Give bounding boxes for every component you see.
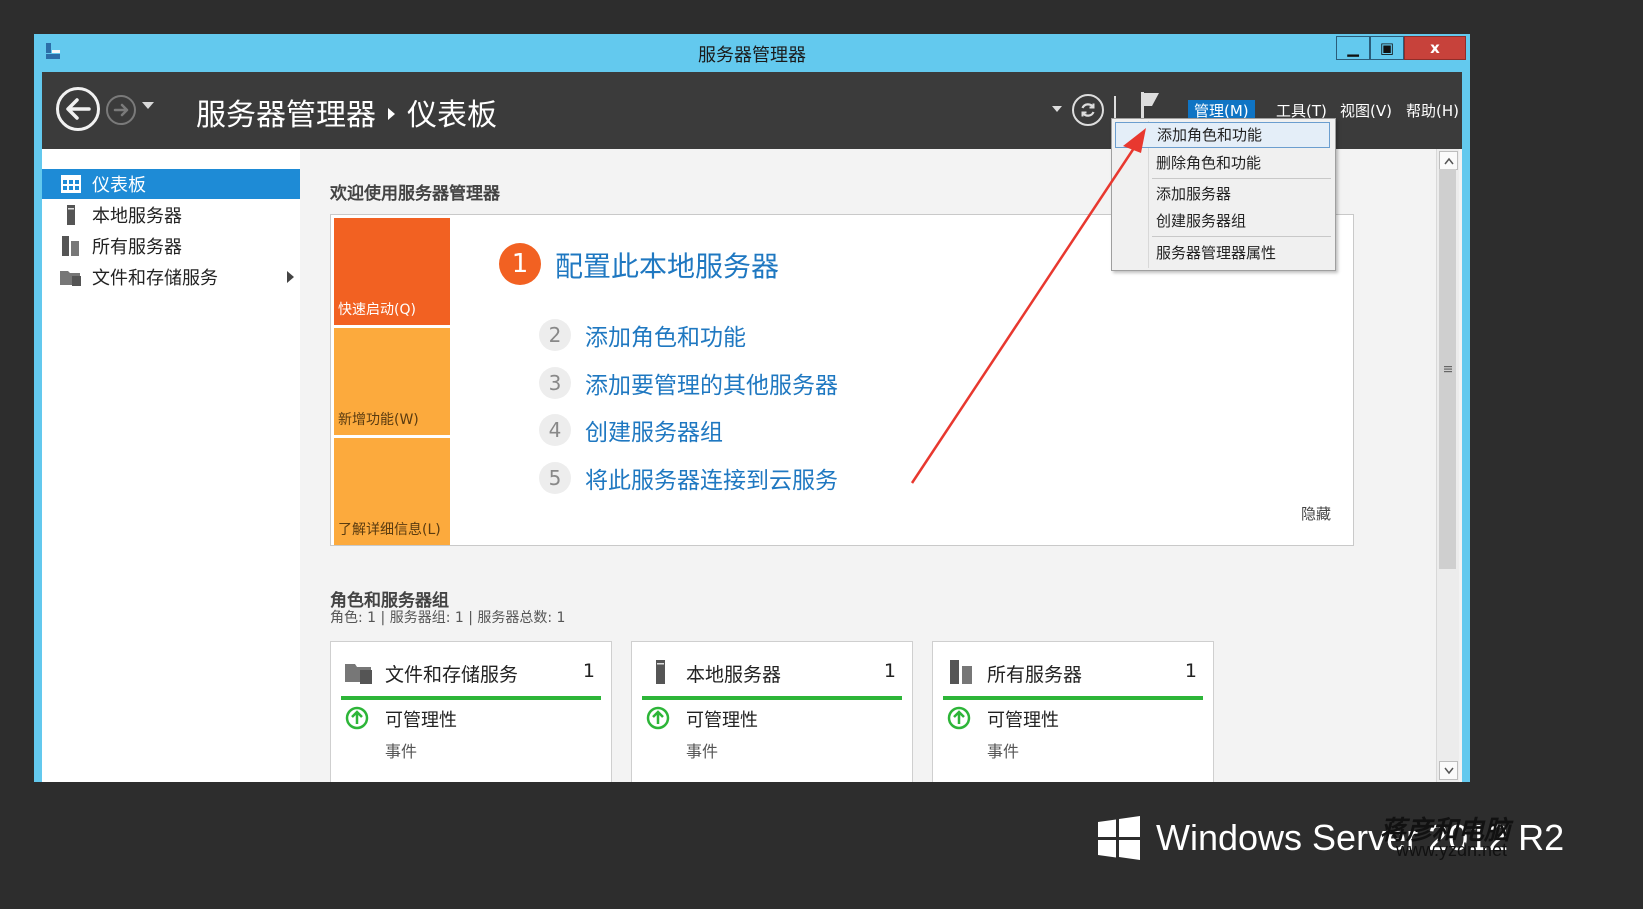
step-5-connect-cloud-link[interactable]: 将此服务器连接到云服务: [585, 461, 838, 495]
status-bar: [642, 696, 902, 700]
refresh-icon: [1081, 103, 1095, 117]
step-number: 4: [539, 414, 571, 446]
step-3: 3 添加要管理的其他服务器: [539, 366, 838, 400]
chevron-up-icon: [1443, 157, 1454, 164]
scroll-thumb[interactable]: [1439, 169, 1456, 569]
file-storage-icon: [345, 664, 372, 684]
chevron-down-icon: [1443, 767, 1454, 774]
menu-item-add-servers[interactable]: 添加服务器: [1115, 181, 1330, 207]
tile-label: 快速启动(Q): [338, 302, 416, 318]
menu-item-add-roles[interactable]: 添加角色和功能: [1115, 122, 1330, 148]
step-number: 3: [539, 367, 571, 399]
sidebar-item-local-server[interactable]: 本地服务器: [42, 200, 300, 230]
manage-dropdown-menu: 添加角色和功能 删除角色和功能 添加服务器 创建服务器组 服务器管理器属性: [1111, 118, 1336, 271]
step-1-configure-local-server-link[interactable]: 配置此本地服务器: [555, 245, 779, 285]
roles-summary: 角色: 1 | 服务器组: 1 | 服务器总数: 1: [330, 610, 566, 626]
server-icon: [656, 660, 665, 684]
status-up-icon: [646, 706, 670, 730]
menu-item-remove-roles[interactable]: 删除角色和功能: [1115, 150, 1330, 176]
sidebar-item-label: 文件和存储服务: [92, 268, 218, 289]
card-count: 1: [883, 660, 896, 682]
window-title: 服务器管理器: [698, 45, 806, 66]
menu-item-properties[interactable]: 服务器管理器属性: [1115, 240, 1330, 266]
manageability-link[interactable]: 可管理性: [385, 706, 457, 732]
dashboard-icon: [60, 173, 82, 195]
tile-quick-start[interactable]: 快速启动(Q): [334, 218, 450, 325]
events-link[interactable]: 事件: [385, 738, 417, 762]
sidebar-item-all-servers[interactable]: 所有服务器: [42, 231, 300, 261]
tile-label: 新增功能(W): [338, 412, 419, 428]
step-3-add-servers-link[interactable]: 添加要管理的其他服务器: [585, 366, 838, 400]
menu-item-create-server-group[interactable]: 创建服务器组: [1115, 208, 1330, 234]
card-title: 本地服务器: [686, 664, 782, 686]
arrow-left-icon: [66, 98, 91, 120]
maximize-button[interactable]: ▣: [1370, 36, 1404, 60]
status-up-icon: [947, 706, 971, 730]
step-5: 5 将此服务器连接到云服务: [539, 461, 838, 495]
step-2-add-roles-link[interactable]: 添加角色和功能: [585, 318, 746, 352]
sidebar: 仪表板 本地服务器 所有服务器 文件和存储服务: [42, 149, 301, 782]
chevron-right-icon[interactable]: [287, 271, 294, 283]
card-title: 文件和存储服务: [385, 664, 519, 686]
manageability-link[interactable]: 可管理性: [987, 706, 1059, 732]
grip-icon: [1443, 366, 1452, 373]
menu-view[interactable]: 视图(V): [1334, 100, 1398, 122]
breadcrumb: 服务器管理器 仪表板: [196, 90, 497, 134]
sidebar-item-label: 本地服务器: [92, 206, 182, 227]
tile-learn-more[interactable]: 了解详细信息(L): [334, 438, 450, 545]
servers-icon: [950, 660, 972, 684]
step-1-number: 1: [499, 243, 541, 285]
menu-separator: [1152, 178, 1331, 179]
status-bar: [943, 696, 1203, 700]
hide-link[interactable]: 隐藏: [1301, 503, 1331, 524]
status-bar: [341, 696, 601, 700]
role-card-local-server[interactable]: 本地服务器 1 可管理性 事件: [631, 641, 913, 782]
close-button[interactable]: x: [1404, 36, 1466, 60]
step-2: 2 添加角色和功能: [539, 318, 746, 352]
servers-icon: [60, 235, 82, 257]
arrow-right-icon: [113, 103, 129, 117]
manageability-link[interactable]: 可管理性: [686, 706, 758, 732]
server-icon: [60, 204, 82, 226]
breadcrumb-page: 仪表板: [407, 98, 497, 133]
sidebar-item-file-storage[interactable]: 文件和存储服务: [42, 262, 300, 292]
events-link[interactable]: 事件: [686, 738, 718, 762]
step-number: 5: [539, 462, 571, 494]
refresh-button[interactable]: [1072, 94, 1104, 126]
windows-logo-icon: [1098, 816, 1140, 860]
scroll-down-button[interactable]: [1439, 761, 1458, 780]
role-card-file-storage[interactable]: 文件和存储服务 1 可管理性 事件: [330, 641, 612, 782]
welcome-title: 欢迎使用服务器管理器: [330, 184, 500, 204]
history-dropdown-icon[interactable]: [142, 102, 154, 109]
step-number: 2: [539, 319, 571, 351]
menu-separator: [1152, 236, 1331, 237]
watermark-url: www.yzdn.net: [1396, 840, 1508, 860]
minimize-button[interactable]: ▁: [1336, 36, 1370, 60]
tile-label: 了解详细信息(L): [338, 522, 441, 538]
file-storage-icon: [60, 266, 82, 288]
sidebar-item-label: 仪表板: [92, 175, 146, 196]
menu-help[interactable]: 帮助(H): [1400, 100, 1465, 122]
scroll-up-button[interactable]: [1439, 151, 1458, 170]
card-title: 所有服务器: [987, 664, 1083, 686]
tile-new-features[interactable]: 新增功能(W): [334, 328, 450, 435]
sidebar-item-dashboard[interactable]: 仪表板: [42, 169, 300, 199]
step-4: 4 创建服务器组: [539, 413, 723, 447]
forward-button[interactable]: [106, 95, 136, 125]
card-count: 1: [1184, 660, 1197, 682]
back-button[interactable]: [56, 87, 100, 131]
breadcrumb-app[interactable]: 服务器管理器: [196, 98, 376, 133]
card-count: 1: [582, 660, 595, 682]
events-link[interactable]: 事件: [987, 738, 1019, 762]
toolbar-dropdown-icon[interactable]: [1052, 106, 1062, 112]
step-4-create-group-link[interactable]: 创建服务器组: [585, 413, 723, 447]
vertical-scrollbar[interactable]: [1436, 149, 1459, 782]
role-card-all-servers[interactable]: 所有服务器 1 可管理性 事件: [932, 641, 1214, 782]
title-bar[interactable]: 服务器管理器 ▁ ▣ x: [34, 34, 1470, 70]
sidebar-item-label: 所有服务器: [92, 237, 182, 258]
breadcrumb-separator-icon: [388, 107, 395, 120]
status-up-icon: [345, 706, 369, 730]
